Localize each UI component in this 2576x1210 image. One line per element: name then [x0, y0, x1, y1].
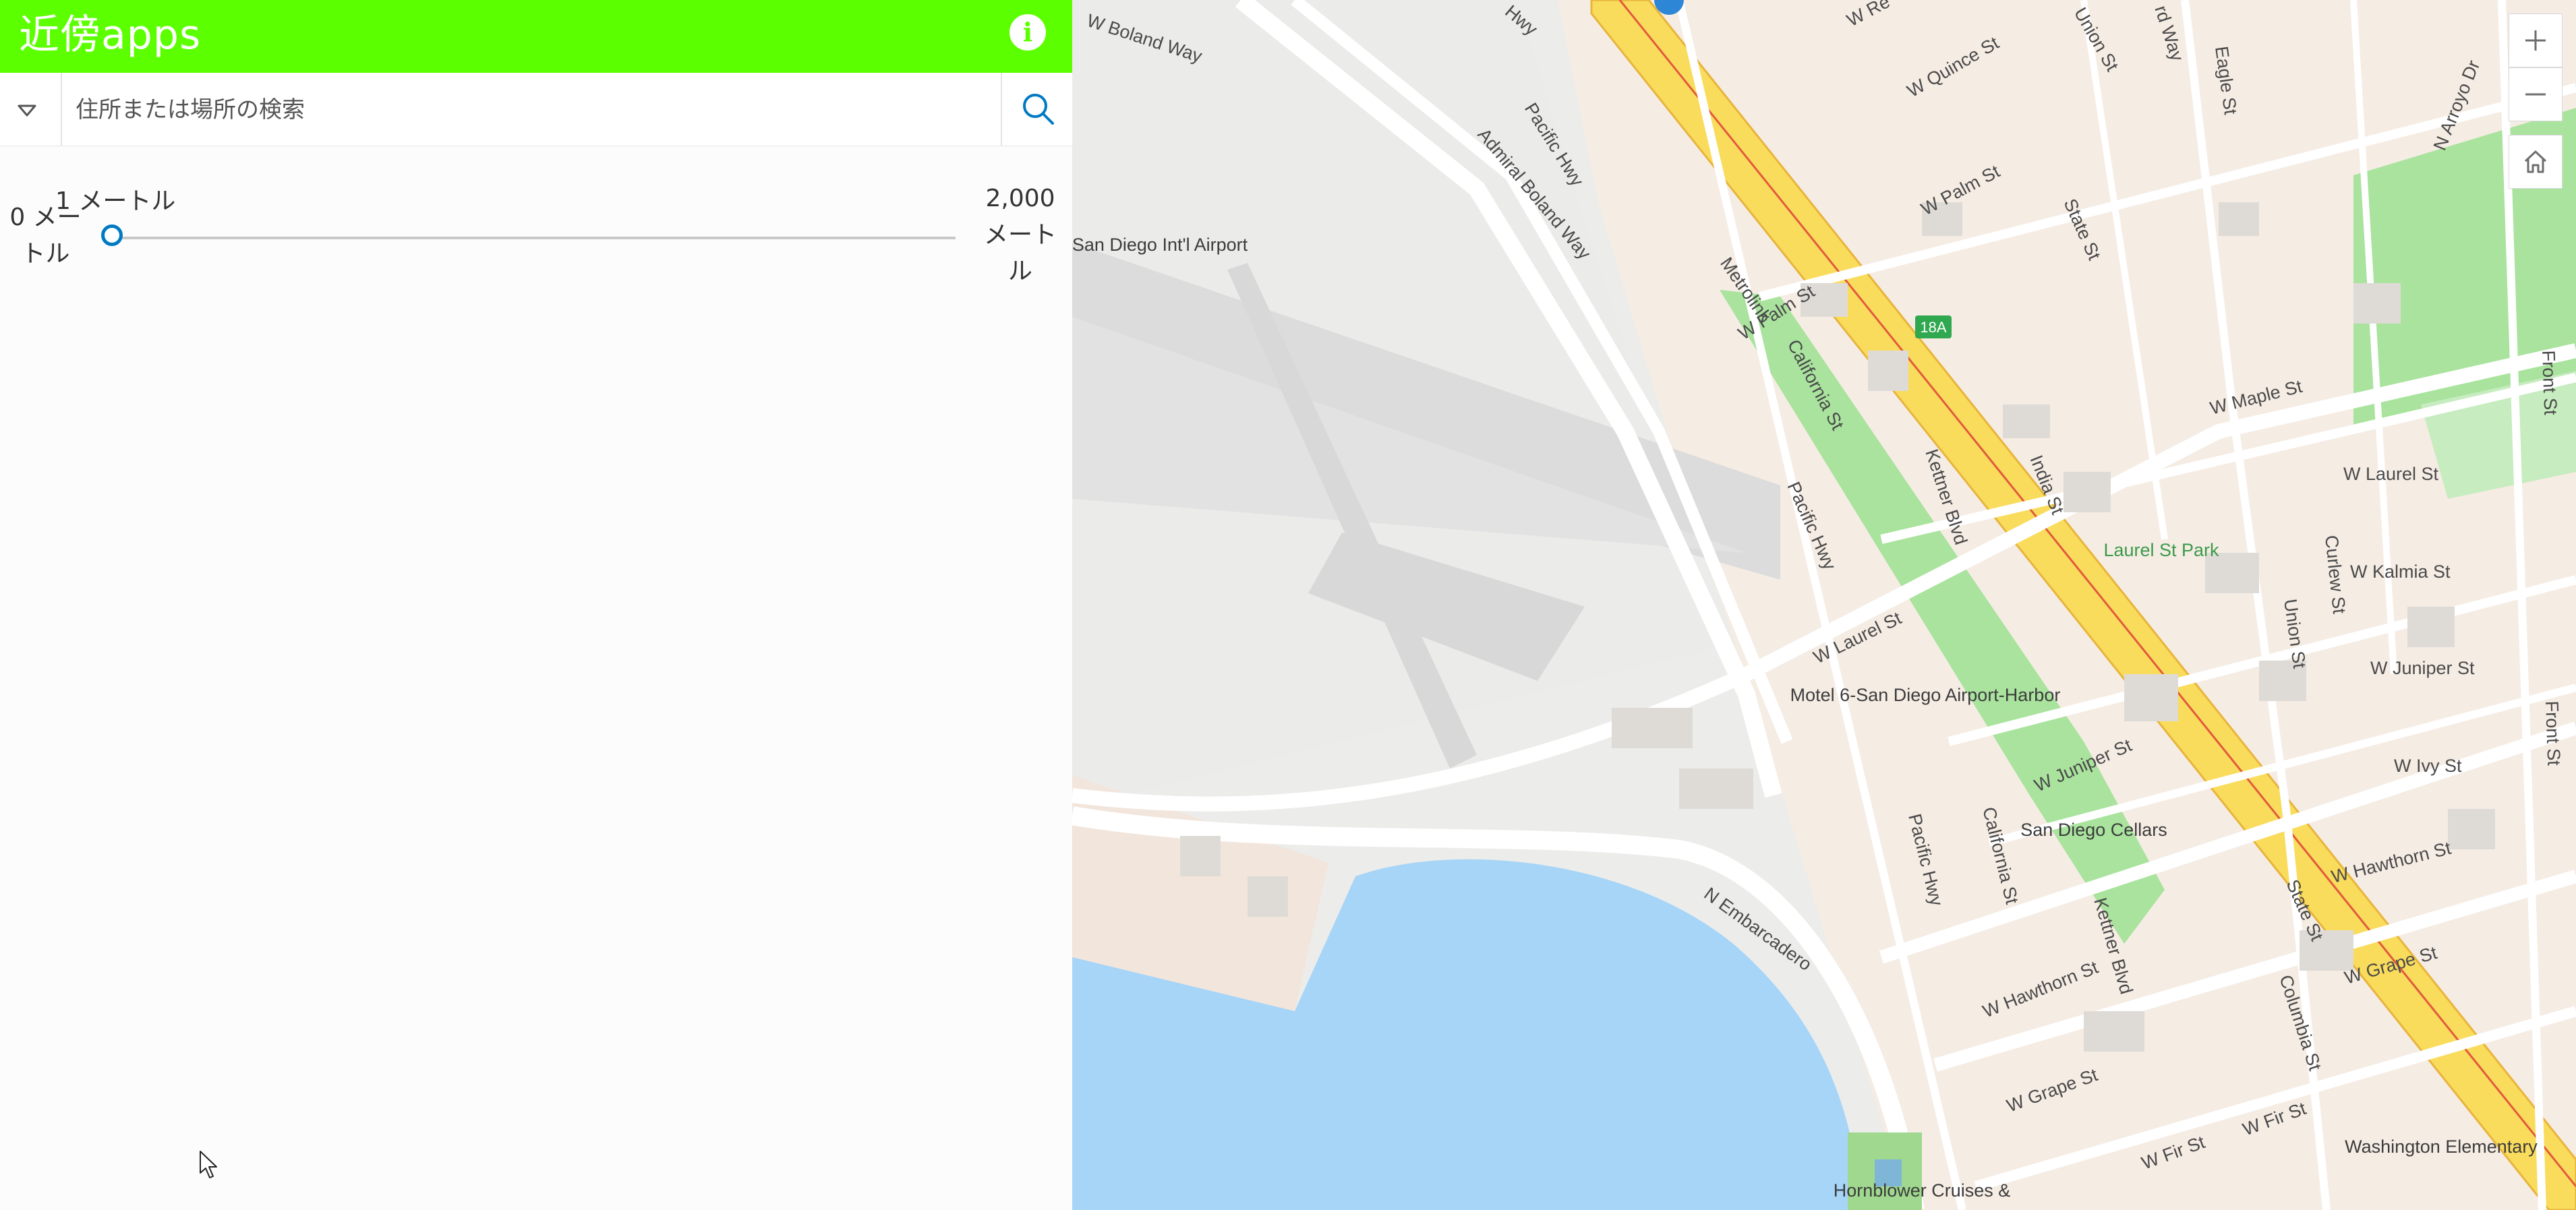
map-label-park: Laurel St Park	[2103, 540, 2219, 560]
info-icon: i	[1022, 17, 1033, 47]
map-label-school: Washington Elementary	[2345, 1137, 2538, 1157]
mouse-cursor-icon	[200, 1151, 217, 1178]
home-button[interactable]	[2509, 135, 2563, 189]
app-title: 近傍apps	[19, 11, 202, 59]
zoom-out-button[interactable]	[2509, 67, 2563, 121]
street-front-2: Front St	[2542, 700, 2564, 766]
minus-icon	[2525, 93, 2546, 96]
map-label-airport: San Diego Int'l Airport	[1072, 235, 1248, 255]
search-source-toggle[interactable]	[0, 73, 62, 146]
street-front-1: Front St	[2538, 350, 2560, 416]
info-button[interactable]: i	[1009, 14, 1046, 51]
exit-shield-label: 18A	[1920, 319, 1946, 336]
side-panel: 近傍apps i 0 メートル 1 メートル 2,000 メートル	[0, 0, 1072, 1210]
map-label-hornblower: Hornblower Cruises &	[1834, 1180, 2011, 1201]
street-w-kalmia: W Kalmia St	[2350, 562, 2451, 582]
street-w-ivy: W Ivy St	[2394, 756, 2462, 776]
map-view[interactable]: 18A San Diego Int'l Airport Laurel St Pa…	[1072, 0, 2576, 1210]
search-bar	[0, 73, 1072, 146]
zoom-in-button[interactable]	[2509, 13, 2563, 67]
slider-thumb[interactable]	[100, 224, 123, 246]
map-label-motel: Motel 6-San Diego Airport-Harbor	[1790, 685, 2061, 705]
slider-current-label: 1 メートル	[55, 187, 176, 215]
search-icon	[1023, 94, 1054, 125]
street-w-juniper-right: W Juniper St	[2370, 658, 2475, 678]
plus-icon	[2525, 30, 2546, 51]
distance-slider[interactable]	[100, 224, 956, 246]
triangle-down-icon	[18, 104, 36, 117]
street-w-laurel-right: W Laurel St	[2343, 464, 2439, 484]
map-canvas: 18A San Diego Int'l Airport Laurel St Pa…	[1072, 0, 2576, 1210]
map-label-cellars: San Diego Cellars	[2020, 820, 2167, 840]
home-icon	[2524, 150, 2547, 173]
search-button[interactable]	[1001, 73, 1072, 146]
app-header: 近傍apps i	[0, 0, 1072, 73]
slider-max-label: 2,000 メートル	[983, 185, 1057, 285]
search-input[interactable]	[74, 88, 994, 132]
